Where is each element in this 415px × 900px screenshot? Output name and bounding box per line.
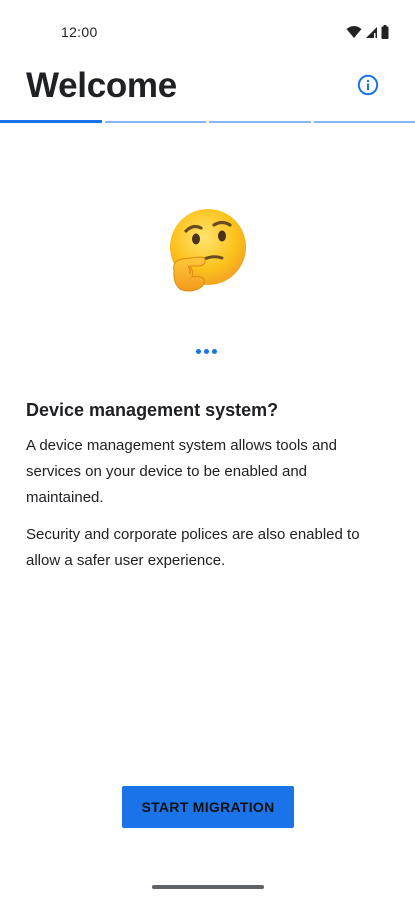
home-indicator[interactable]	[152, 885, 264, 889]
battery-icon	[381, 25, 389, 39]
loading-dot	[212, 349, 217, 354]
progress-segment-1	[0, 120, 102, 123]
signal-icon	[365, 26, 378, 39]
start-migration-button[interactable]: START MIGRATION	[122, 786, 294, 828]
content-paragraph-2: Security and corporate polices are also …	[26, 526, 360, 569]
status-bar: 12:00	[0, 0, 415, 60]
progress-segment-3	[209, 121, 311, 123]
loading-dots-icon	[196, 349, 217, 354]
content-heading: Device management system?	[26, 400, 279, 420]
progress-segment-2	[104, 121, 206, 123]
page-title: Welcome	[26, 66, 177, 105]
info-button[interactable]	[355, 74, 381, 100]
progress-segment-4	[313, 121, 415, 123]
content-paragraph-1: A device management system allows tools …	[26, 437, 337, 506]
loading-dot	[196, 349, 201, 354]
info-icon	[357, 74, 379, 101]
info-content: Device management system? A device manag…	[26, 400, 388, 585]
loading-dot	[204, 349, 209, 354]
thinking-face-emoji	[160, 205, 252, 297]
status-icons	[346, 24, 389, 40]
step-progress-bar	[0, 120, 415, 124]
app-header: Welcome	[0, 60, 415, 122]
status-time: 12:00	[61, 24, 98, 40]
wifi-icon	[346, 25, 362, 39]
